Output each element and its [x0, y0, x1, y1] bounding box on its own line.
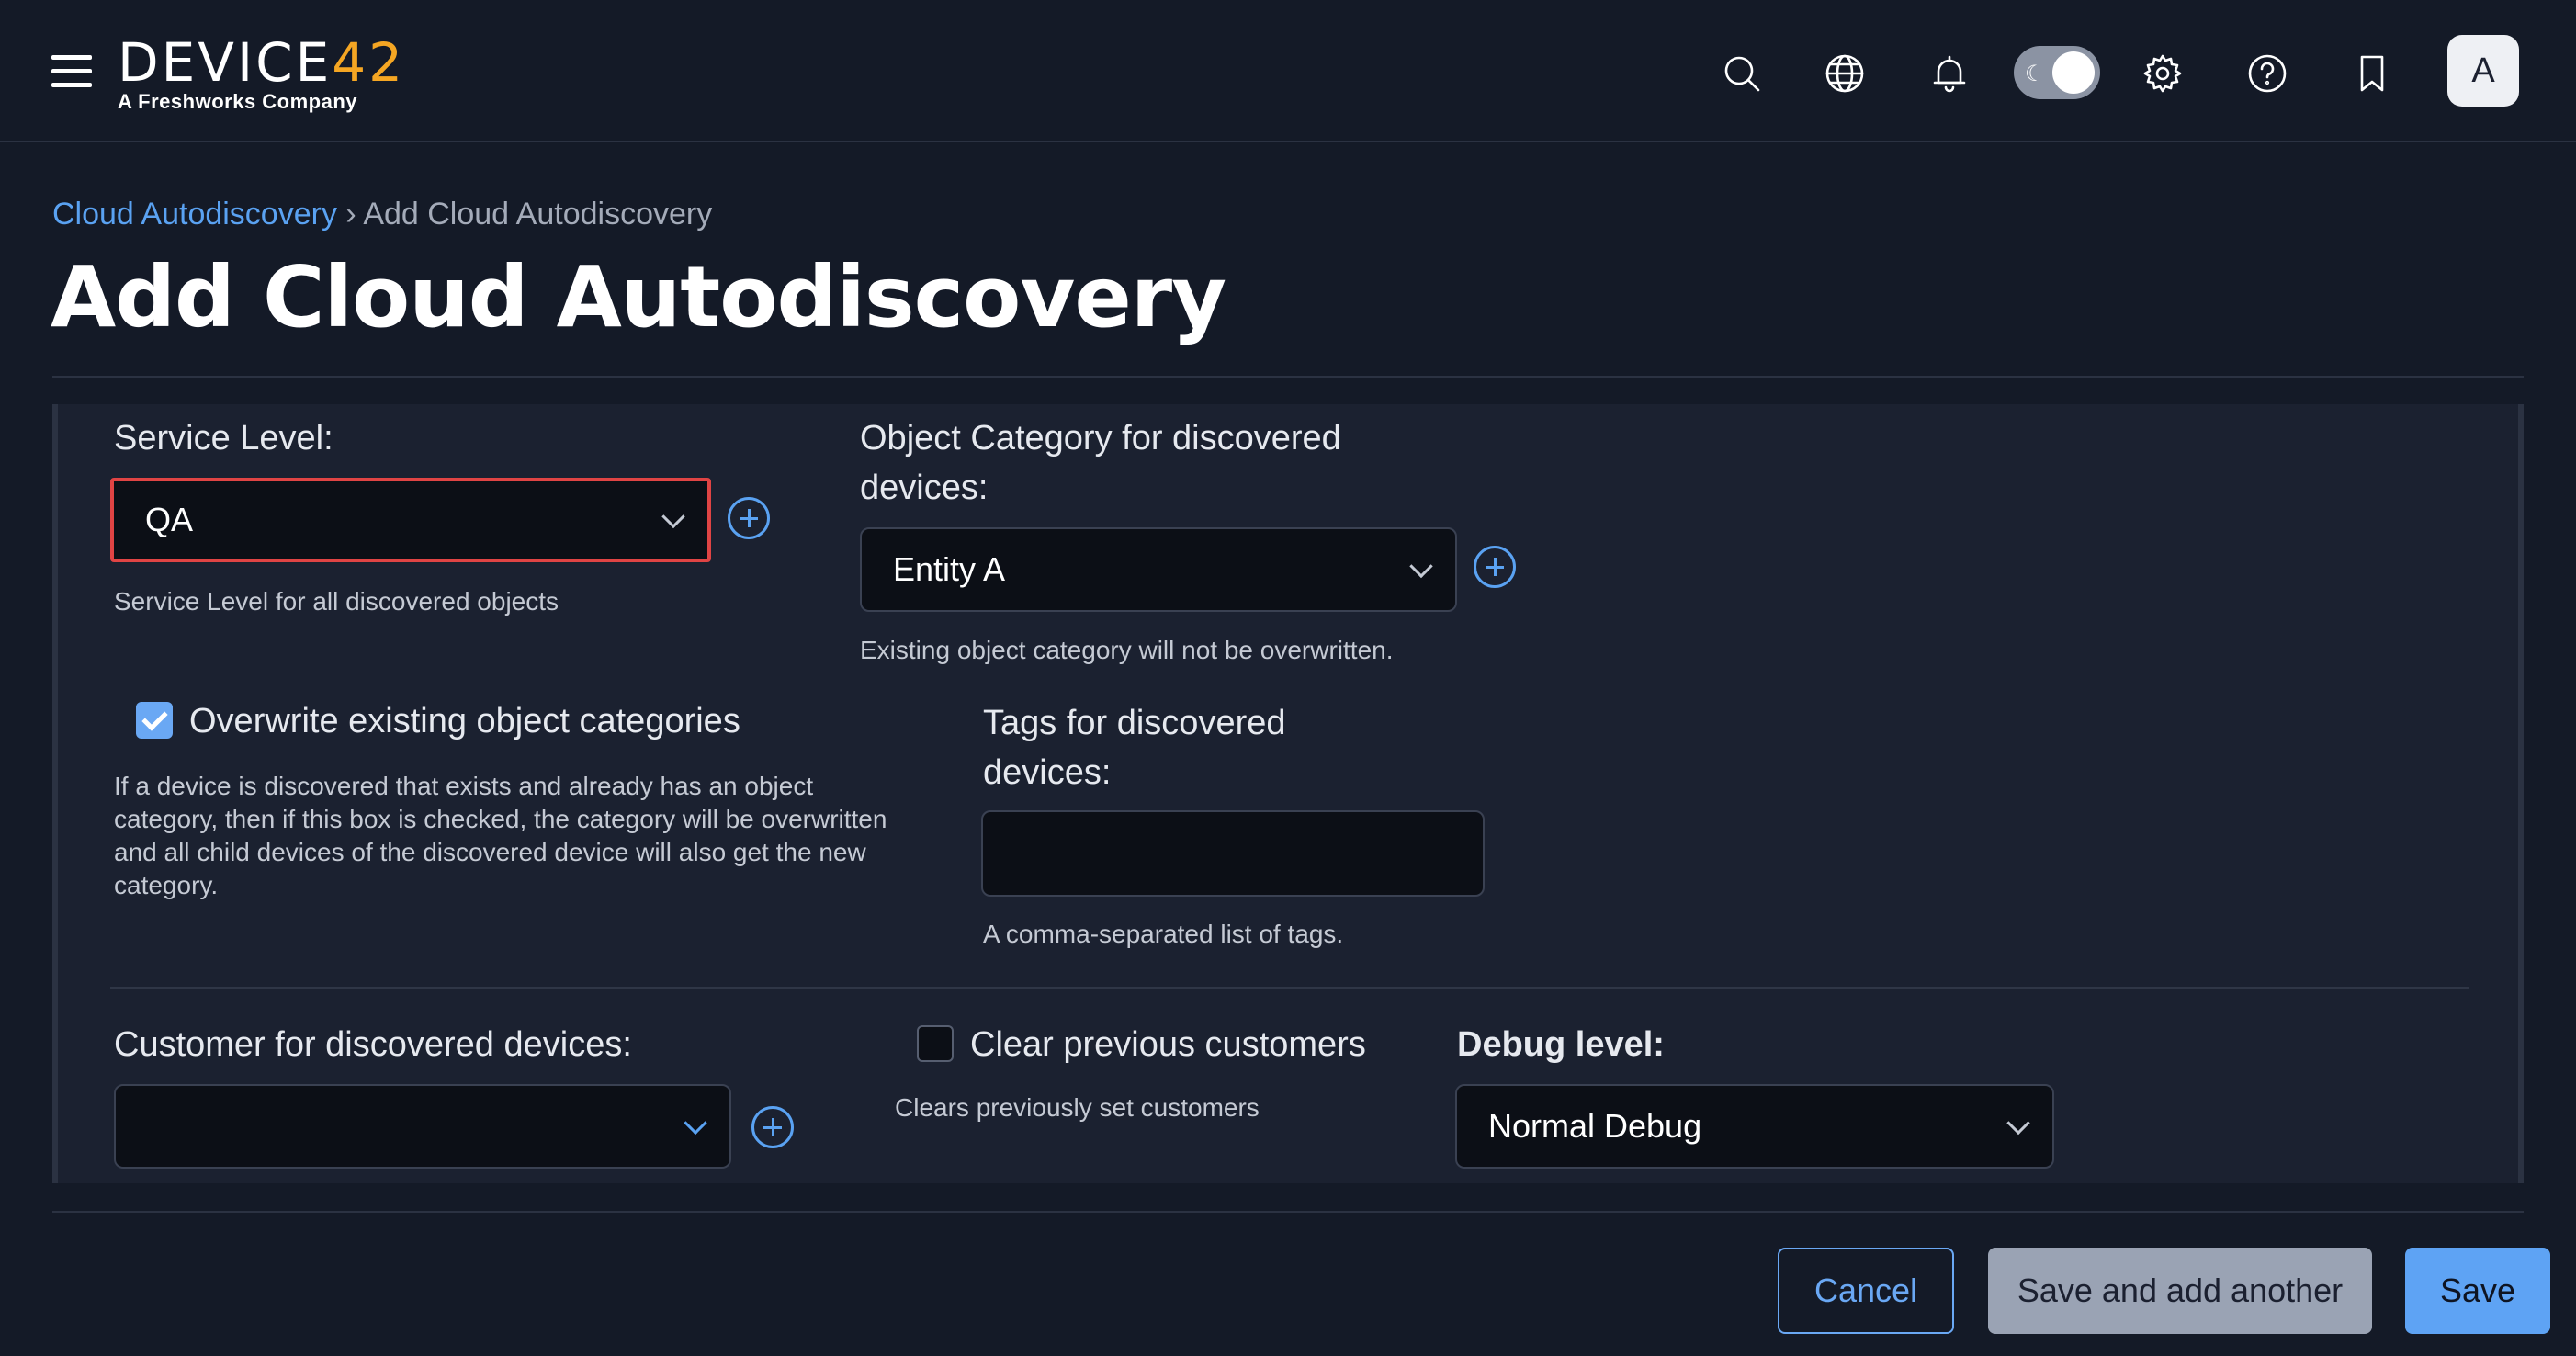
tags-label: Tags for discovered devices:: [983, 704, 1286, 792]
debug-level-label: Debug level:: [1457, 1025, 1665, 1064]
object-category-help: Existing object category will not be ove…: [860, 636, 1394, 664]
save-and-add-another-button[interactable]: Save and add another: [1988, 1248, 2372, 1334]
breadcrumb: Cloud Autodiscovery › Add Cloud Autodisc…: [52, 197, 712, 232]
logo-text: DEVICE: [118, 31, 333, 94]
object-category-label: Object Category for discovered devices:: [860, 419, 1341, 507]
gear-icon[interactable]: [2137, 48, 2188, 99]
customer-label: Customer for discovered devices:: [114, 1025, 632, 1064]
chevron-down-icon: [2006, 1111, 2030, 1136]
debug-level-select[interactable]: Normal Debug: [1455, 1084, 2054, 1169]
object-category-select[interactable]: Entity A: [860, 527, 1457, 612]
object-category-value: Entity A: [893, 550, 1006, 588]
logo-number: 42: [332, 31, 406, 94]
add-object-category-button[interactable]: [1474, 546, 1516, 588]
clear-customers-help: Clears previously set customers: [895, 1093, 1260, 1122]
overwrite-categories-help: If a device is discovered that exists an…: [114, 772, 887, 899]
moon-icon: ☾: [2025, 62, 2045, 86]
clear-customers-label: Clear previous customers: [970, 1025, 1366, 1064]
theme-toggle[interactable]: ☾: [2014, 46, 2100, 99]
add-customer-button[interactable]: [751, 1106, 794, 1148]
breadcrumb-link-cloud-autodiscovery[interactable]: Cloud Autodiscovery: [52, 197, 337, 232]
service-level-value: QA: [145, 501, 194, 538]
cancel-button[interactable]: Cancel: [1778, 1248, 1954, 1334]
chevron-down-icon: [661, 504, 685, 529]
device42-logo[interactable]: DEVICE42 A Freshworks Company: [118, 35, 405, 114]
search-icon[interactable]: [1716, 48, 1768, 99]
top-navigation-bar: DEVICE42 A Freshworks Company ☾ A: [0, 0, 2576, 142]
section-divider: [110, 987, 2469, 989]
chevron-down-icon: [684, 1111, 707, 1136]
service-level-help: Service Level for all discovered objects: [114, 587, 559, 616]
help-icon[interactable]: [2242, 48, 2293, 99]
chevron-down-icon: [1409, 554, 1433, 579]
bookmark-icon[interactable]: [2346, 48, 2398, 99]
add-service-level-button[interactable]: [728, 497, 770, 539]
service-level-label: Service Level:: [114, 419, 333, 458]
clear-customers-checkbox[interactable]: [917, 1025, 954, 1062]
tags-help: A comma-separated list of tags.: [983, 920, 1344, 948]
save-button[interactable]: Save: [2405, 1248, 2550, 1334]
debug-level-value: Normal Debug: [1488, 1107, 1702, 1145]
page-title: Add Cloud Autodiscovery: [51, 248, 1226, 346]
toggle-knob: [2052, 51, 2095, 94]
tags-input[interactable]: [981, 810, 1485, 897]
overwrite-categories-label: Overwrite existing object categories: [189, 702, 740, 740]
breadcrumb-current: Add Cloud Autodiscovery: [363, 197, 713, 232]
customer-select[interactable]: [114, 1084, 731, 1169]
divider: [52, 376, 2524, 378]
user-avatar[interactable]: A: [2447, 35, 2519, 107]
menu-icon[interactable]: [51, 55, 92, 88]
breadcrumb-separator: ›: [345, 197, 356, 232]
globe-icon[interactable]: [1819, 48, 1870, 99]
divider: [52, 1211, 2524, 1213]
bell-icon[interactable]: [1924, 48, 1975, 99]
service-level-select[interactable]: QA: [110, 478, 711, 562]
overwrite-categories-checkbox[interactable]: [136, 702, 173, 739]
